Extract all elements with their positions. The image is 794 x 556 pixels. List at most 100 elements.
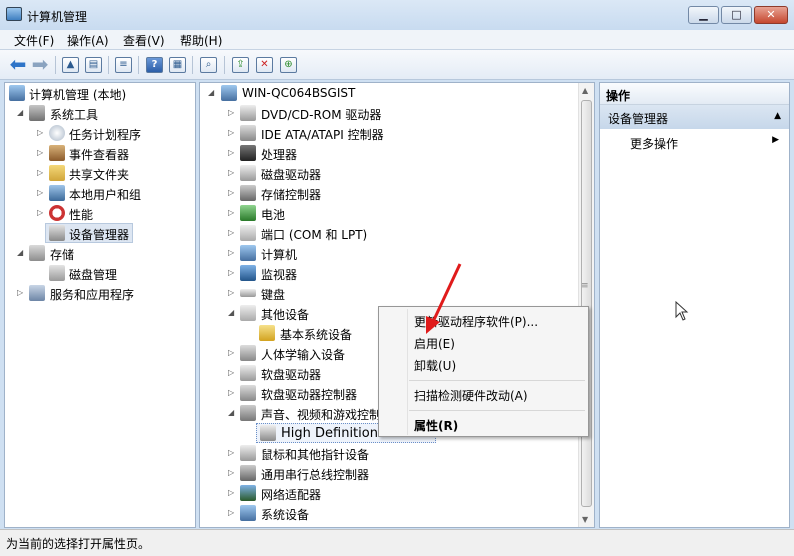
tree-event-viewer[interactable]: ▷ 事件查看器 bbox=[7, 143, 195, 163]
device-category[interactable]: ▷ 磁盘驱动器 bbox=[200, 163, 570, 183]
expand-arrow-icon[interactable]: ▷ bbox=[228, 448, 237, 458]
menu-help[interactable]: 帮助(H) bbox=[180, 32, 222, 49]
expand-arrow-icon[interactable]: ▷ bbox=[228, 348, 237, 358]
toolbar-separator bbox=[192, 56, 193, 74]
device-label: 端口 (COM 和 LPT) bbox=[261, 228, 368, 242]
expand-arrow-icon[interactable]: ▷ bbox=[228, 268, 237, 278]
expand-arrow-icon[interactable]: ▷ bbox=[228, 468, 237, 478]
up-folder-icon[interactable]: ▲ bbox=[62, 57, 79, 73]
actions-pane: 操作 设备管理器 ▲ 更多操作 ▶ bbox=[599, 82, 790, 528]
collapse-arrow-icon[interactable]: ◢ bbox=[17, 108, 26, 118]
device-category[interactable]: ▷ 电池 bbox=[200, 203, 570, 223]
enable-device-icon[interactable]: ⊕ bbox=[280, 57, 297, 73]
device-label: 系统设备 bbox=[261, 508, 310, 522]
menu-view[interactable]: 查看(V) bbox=[123, 32, 165, 49]
tree-storage[interactable]: ◢ 存储 bbox=[7, 243, 195, 263]
scan-hardware-icon[interactable]: ⌕ bbox=[200, 57, 217, 73]
tree-device-manager[interactable]: 设备管理器 bbox=[45, 223, 133, 243]
uninstall-icon[interactable]: ✕ bbox=[256, 57, 273, 73]
menu-separator bbox=[409, 410, 585, 411]
vertical-scrollbar[interactable]: ▲ ≡ ▼ bbox=[578, 83, 594, 527]
tree-system-tools[interactable]: ◢ 系统工具 bbox=[7, 103, 195, 123]
device-category[interactable]: ▷ 系统设备 bbox=[200, 503, 570, 523]
expand-arrow-icon[interactable]: ▷ bbox=[228, 248, 237, 258]
device-category[interactable]: ▷ 端口 (COM 和 LPT) bbox=[200, 223, 570, 243]
collapse-arrow-icon[interactable]: ◢ bbox=[228, 408, 237, 418]
device-computer-root[interactable]: ◢ WIN-QC064BSGIST bbox=[200, 83, 570, 103]
tree-label: 共享文件夹 bbox=[69, 168, 130, 182]
network-adapter-icon bbox=[240, 485, 256, 501]
actions-group-device-manager[interactable]: 设备管理器 ▲ bbox=[600, 105, 789, 129]
scroll-grip-icon: ≡ bbox=[581, 281, 589, 291]
expand-arrow-icon[interactable]: ▷ bbox=[228, 188, 237, 198]
show-action-pane-icon[interactable]: ▦ bbox=[169, 57, 186, 73]
expand-arrow-icon[interactable]: ▷ bbox=[37, 128, 46, 138]
expand-arrow-icon[interactable]: ▷ bbox=[228, 148, 237, 158]
device-category[interactable]: ▷ 鼠标和其他指针设备 bbox=[200, 443, 570, 463]
expand-arrow-icon[interactable]: ▷ bbox=[228, 488, 237, 498]
expand-arrow-icon[interactable]: ▷ bbox=[228, 108, 237, 118]
expand-arrow-icon[interactable]: ▷ bbox=[228, 288, 237, 298]
expand-arrow-icon[interactable]: ▷ bbox=[37, 168, 46, 178]
show-hide-tree-icon[interactable]: ▤ bbox=[85, 57, 102, 73]
collapse-arrow-icon[interactable]: ◢ bbox=[17, 248, 26, 258]
export-list-icon[interactable]: ≡ bbox=[115, 57, 132, 73]
collapse-arrow-icon[interactable]: ◢ bbox=[208, 88, 217, 98]
device-label: 键盘 bbox=[261, 288, 286, 302]
expand-arrow-icon[interactable]: ▷ bbox=[228, 228, 237, 238]
expand-arrow-icon[interactable]: ▷ bbox=[37, 208, 46, 218]
device-category[interactable]: ▷ 存储控制器 bbox=[200, 183, 570, 203]
scroll-down-arrow-icon[interactable]: ▼ bbox=[582, 515, 588, 524]
menu-file[interactable]: 文件(F) bbox=[14, 32, 54, 49]
more-actions-link[interactable]: 更多操作 bbox=[630, 135, 678, 152]
disabled-audio-device-icon bbox=[260, 425, 276, 441]
tree-performance[interactable]: ▷ 性能 bbox=[7, 203, 195, 223]
device-label: 鼠标和其他指针设备 bbox=[261, 448, 370, 462]
back-arrow-icon[interactable]: ⬅ bbox=[8, 54, 28, 75]
submenu-arrow-icon[interactable]: ▶ bbox=[772, 135, 779, 145]
collapse-arrow-icon[interactable]: ◢ bbox=[228, 308, 237, 318]
tree-label: 设备管理器 bbox=[69, 228, 130, 242]
expand-arrow-icon[interactable]: ▷ bbox=[228, 508, 237, 518]
forward-arrow-icon[interactable]: ➡ bbox=[30, 54, 50, 75]
device-category[interactable]: ▷ 监视器 bbox=[200, 263, 570, 283]
toolbar-separator bbox=[224, 56, 225, 74]
help-icon[interactable]: ? bbox=[146, 57, 163, 73]
tree-task-scheduler[interactable]: ▷ 任务计划程序 bbox=[7, 123, 195, 143]
device-category[interactable]: ▷ 网络适配器 bbox=[200, 483, 570, 503]
expand-arrow-icon[interactable]: ▷ bbox=[228, 208, 237, 218]
tree-disk-management[interactable]: 磁盘管理 bbox=[7, 263, 195, 283]
dvd-drive-icon bbox=[240, 105, 256, 121]
storage-icon bbox=[29, 245, 45, 261]
floppy-controller-icon bbox=[240, 385, 256, 401]
expand-arrow-icon[interactable]: ▷ bbox=[228, 128, 237, 138]
maximize-button[interactable]: □ bbox=[721, 6, 752, 24]
tree-services-apps[interactable]: ▷ 服务和应用程序 bbox=[7, 283, 195, 303]
menu-action[interactable]: 操作(A) bbox=[67, 32, 109, 49]
expand-arrow-icon[interactable]: ▷ bbox=[228, 168, 237, 178]
scan-hardware-menu-item[interactable]: 扫描检测硬件改动(A) bbox=[414, 387, 528, 404]
expand-arrow-icon[interactable]: ▷ bbox=[37, 148, 46, 158]
expand-arrow-icon[interactable]: ▷ bbox=[228, 368, 237, 378]
expand-arrow-icon[interactable]: ▷ bbox=[228, 388, 237, 398]
tree-root[interactable]: 计算机管理 (本地) bbox=[7, 83, 195, 103]
tree-shared-folders[interactable]: ▷ 共享文件夹 bbox=[7, 163, 195, 183]
close-button[interactable]: ✕ bbox=[754, 6, 788, 24]
expand-arrow-icon[interactable]: ▷ bbox=[17, 288, 26, 298]
tree-local-users[interactable]: ▷ 本地用户和组 bbox=[7, 183, 195, 203]
device-category[interactable]: ▷ 处理器 bbox=[200, 143, 570, 163]
device-category[interactable]: ▷ DVD/CD-ROM 驱动器 bbox=[200, 103, 570, 123]
device-category[interactable]: ▷ 通用串行总线控制器 bbox=[200, 463, 570, 483]
update-driver-icon[interactable]: ⇪ bbox=[232, 57, 249, 73]
collapse-caret-icon[interactable]: ▲ bbox=[774, 111, 781, 121]
users-icon bbox=[49, 185, 65, 201]
device-category[interactable]: ▷ 计算机 bbox=[200, 243, 570, 263]
properties-menu-item[interactable]: 属性(R) bbox=[414, 417, 458, 434]
expand-arrow-icon[interactable]: ▷ bbox=[37, 188, 46, 198]
uninstall-menu-item[interactable]: 卸载(U) bbox=[414, 357, 456, 374]
device-category[interactable]: ▷ 键盘 bbox=[200, 283, 570, 303]
minimize-button[interactable]: ▁ bbox=[688, 6, 719, 24]
scrollbar-thumb[interactable] bbox=[581, 100, 592, 507]
scroll-up-arrow-icon[interactable]: ▲ bbox=[582, 86, 588, 95]
device-category[interactable]: ▷ IDE ATA/ATAPI 控制器 bbox=[200, 123, 570, 143]
